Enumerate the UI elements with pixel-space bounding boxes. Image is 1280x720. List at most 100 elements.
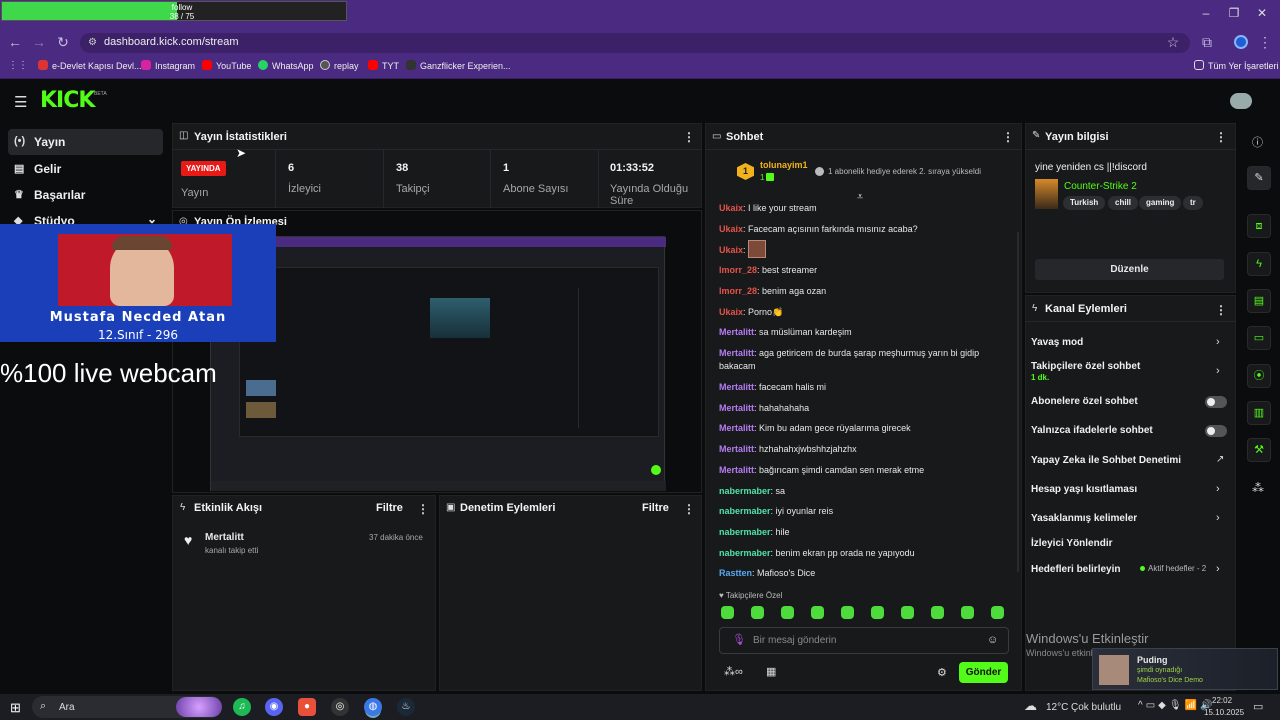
emote-only-toggle[interactable] [1205, 425, 1227, 437]
tag-tr[interactable]: tr [1183, 196, 1203, 210]
layout-icon[interactable]: ▥ [1247, 401, 1271, 425]
windows-start-icon[interactable]: ⊞ [10, 700, 21, 716]
category-link[interactable]: Counter-Strike 2 [1064, 181, 1137, 192]
chat-username[interactable]: Mertalitt [719, 382, 754, 392]
activity-user[interactable]: Mertalitt [205, 532, 244, 543]
sidebar-item-yayin[interactable]: (•) Yayın [8, 129, 163, 155]
chat-username[interactable]: Ukaix [719, 245, 743, 255]
subscribers-only-toggle[interactable] [1205, 396, 1227, 408]
bookmark-ganzflicker[interactable]: Ganzflicker Experien... [406, 60, 511, 71]
close-icon[interactable]: ✕ [1252, 6, 1272, 22]
back-icon[interactable]: ← [6, 34, 24, 50]
chat-username[interactable]: Mertalitt [719, 403, 754, 413]
chevron-right-icon[interactable]: › [1216, 365, 1220, 377]
emote-icon[interactable] [781, 606, 794, 619]
activity-menu-icon[interactable]: ⋮ [417, 502, 429, 516]
category-thumbnail[interactable] [1035, 179, 1058, 209]
tag-turkish[interactable]: Turkish [1063, 196, 1106, 210]
chat-username[interactable]: Mertalitt [719, 348, 754, 358]
sidebar-item-basarilar[interactable]: ♛ Başarılar [8, 182, 163, 208]
chat-username[interactable]: Ukaix [719, 224, 743, 234]
emote-icon[interactable] [751, 606, 764, 619]
chat-username[interactable]: nabermaber [719, 506, 771, 516]
info-icon[interactable]: ⓘ [1252, 134, 1263, 150]
stats-menu-icon[interactable]: ⋮ [683, 130, 695, 144]
chat-username[interactable]: Mertalitt [719, 327, 754, 337]
microphone-icon[interactable]: 🎙 [732, 633, 746, 646]
set-goals-item[interactable]: Hedefleri belirleyin [1031, 564, 1120, 575]
stream-info-menu-icon[interactable]: ⋮ [1215, 130, 1227, 144]
bookmark-star-icon[interactable]: ☆ [1164, 34, 1182, 50]
browser-menu-icon[interactable]: ⋮ [1256, 34, 1274, 50]
tag-chill[interactable]: chill [1108, 196, 1139, 210]
user-avatar[interactable] [1230, 93, 1252, 109]
emote-icon[interactable] [931, 606, 944, 619]
chevron-right-icon[interactable]: › [1216, 563, 1220, 575]
preview-video[interactable] [210, 236, 666, 491]
recorder-icon[interactable]: ● [298, 698, 316, 716]
spotify-icon[interactable]: ♫ [233, 698, 251, 716]
chrome-icon[interactable]: ◍ [364, 698, 382, 716]
clip-icon[interactable]: ⧈ [1247, 214, 1271, 238]
bookmark-youtube[interactable]: YouTube [202, 60, 251, 71]
site-info-icon[interactable]: ⚙ [88, 37, 97, 48]
broadcast-icon[interactable]: ⦿ [1247, 364, 1271, 388]
chat-menu-icon[interactable]: ⋮ [1002, 130, 1014, 144]
tag-gaming[interactable]: gaming [1139, 196, 1182, 210]
emote-icon[interactable] [901, 606, 914, 619]
notifications-icon[interactable]: ▭ [1253, 700, 1263, 713]
forward-icon[interactable]: → [30, 34, 48, 50]
maximize-icon[interactable]: ❐ [1224, 6, 1244, 22]
hamburger-menu-icon[interactable]: ☰ [14, 93, 27, 111]
apps-icon[interactable]: ⁂ [1252, 481, 1264, 495]
emote-icon[interactable] [721, 606, 734, 619]
edit-stream-icon[interactable]: ✎ [1247, 166, 1271, 190]
edit-button[interactable]: Düzenle [1035, 259, 1224, 280]
address-bar[interactable] [80, 33, 1190, 53]
bookmark-edevlet[interactable]: e-Devlet Kapısı Devl... [38, 60, 142, 71]
chat-username[interactable]: nabermaber [719, 548, 771, 558]
chat-username[interactable]: nabermaber [719, 486, 771, 496]
banned-words-item[interactable]: Yasaklanmış kelimeler [1031, 513, 1137, 524]
ai-moderation-item[interactable]: Yapay Zeka ile Sohbet Denetimi [1031, 455, 1181, 466]
bookmark-tyt[interactable]: TYT [368, 60, 399, 71]
extensions-icon[interactable]: ⧉ [1198, 34, 1216, 50]
quick-action-icon[interactable]: ϟ [1247, 252, 1271, 276]
chat-username[interactable]: Mertalitt [719, 423, 754, 433]
emote-icon[interactable] [871, 606, 884, 619]
chat-username[interactable]: Mertalitt [719, 444, 754, 454]
tools-icon[interactable]: ⚒ [1247, 438, 1271, 462]
chat-username[interactable]: Ukaix [719, 203, 743, 213]
moderation-filter-button[interactable]: Filtre [642, 502, 669, 514]
all-bookmarks[interactable]: Tüm Yer İşaretleri [1194, 60, 1279, 71]
pinned-user[interactable]: tolunayim1 [760, 160, 808, 170]
sidebar-item-studyo[interactable]: ◆ Stüdyo ⌄ [8, 208, 163, 224]
chat-username[interactable]: nabermaber [719, 527, 771, 537]
chevron-right-icon[interactable]: › [1216, 336, 1220, 348]
followers-only-chat-item[interactable]: Takipçilere özel sohbet [1031, 361, 1140, 372]
apps-icon[interactable]: ⋮⋮ [8, 60, 28, 71]
bookmark-instagram[interactable]: Instagram [141, 60, 195, 71]
url-text[interactable]: dashboard.kick.com/stream [104, 36, 239, 48]
obs-icon[interactable]: ◎ [331, 698, 349, 716]
chat-scrollbar[interactable] [1017, 232, 1019, 572]
bookmark-replay[interactable]: replay [320, 60, 359, 71]
send-button[interactable]: Gönder [959, 662, 1008, 683]
bookmark-whatsapp[interactable]: WhatsApp [258, 60, 314, 71]
steam-icon[interactable]: ♨ [397, 698, 415, 716]
document-icon[interactable]: ▤ [1247, 289, 1271, 313]
emoji-picker-icon[interactable]: ☺ [987, 634, 998, 646]
chat-bubble-icon[interactable]: ▭ [1247, 326, 1271, 350]
reload-icon[interactable]: ↻ [54, 34, 72, 50]
chat-username[interactable]: Mertalitt [719, 465, 754, 475]
game-notification[interactable]: Puding şimdi oynadığı Mafioso's Dice Dem… [1092, 648, 1278, 690]
activity-filter-button[interactable]: Filtre [376, 502, 403, 514]
external-link-icon[interactable]: ↗ [1216, 454, 1224, 465]
emote-icon[interactable] [811, 606, 824, 619]
discord-icon[interactable]: ◉ [265, 698, 283, 716]
sidebar-item-gelir[interactable]: ▤ Gelir [8, 156, 163, 182]
emote-icon[interactable] [961, 606, 974, 619]
chat-username[interactable]: Ukaix [719, 307, 743, 317]
emote-icon[interactable] [991, 606, 1004, 619]
chat-username[interactable]: lmorr_28 [719, 286, 757, 296]
